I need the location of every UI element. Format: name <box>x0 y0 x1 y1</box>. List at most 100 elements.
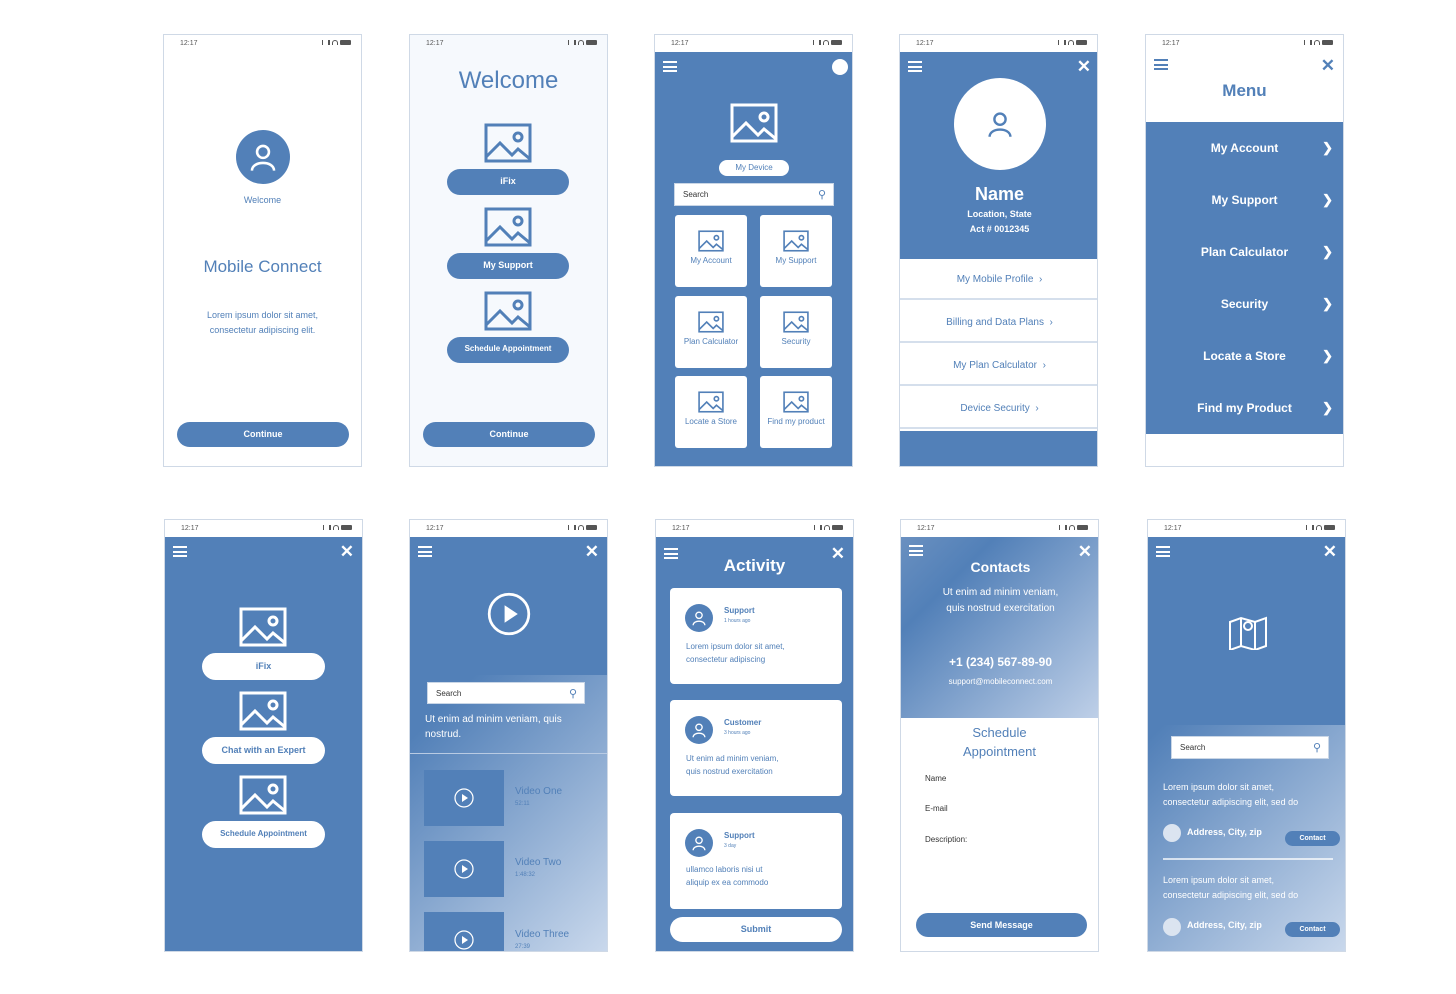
chat-expert-button[interactable]: Chat with an Expert <box>202 737 325 764</box>
tile-locate-store[interactable]: Locate a Store <box>675 376 747 448</box>
hamburger-icon[interactable] <box>1154 59 1168 70</box>
name-field-label[interactable]: Name <box>925 774 946 783</box>
app-title: Mobile Connect <box>203 257 322 276</box>
tile-my-support[interactable]: My Support <box>760 215 832 287</box>
ifix-button[interactable]: iFix <box>202 653 325 680</box>
activity-author: Customer <box>724 718 762 727</box>
chevron-right-icon: ❯ <box>1322 400 1333 415</box>
hamburger-icon[interactable] <box>909 545 923 556</box>
image-placeholder-icon <box>239 691 287 731</box>
search-input[interactable]: Search ⚲ <box>427 682 585 704</box>
play-icon[interactable] <box>487 592 531 636</box>
signal-icon <box>1304 40 1312 45</box>
status-time: 12:17 <box>917 525 935 532</box>
tile-find-product[interactable]: Find my product <box>760 376 832 448</box>
activity-author: Support <box>724 606 755 615</box>
activity-card[interactable]: Support 3 day ullamco laboris nisi ut al… <box>670 813 842 909</box>
submit-button[interactable]: Submit <box>670 917 842 942</box>
menu-item-my-support[interactable]: My Support ❯ <box>1146 174 1343 226</box>
my-device-pill[interactable]: My Device <box>719 160 789 176</box>
row-mobile-profile[interactable]: My Mobile Profile › <box>900 259 1097 300</box>
status-time: 12:17 <box>426 40 444 47</box>
close-icon[interactable]: ✕ <box>1321 57 1335 74</box>
close-icon[interactable]: ✕ <box>1078 543 1092 560</box>
video-title[interactable]: Video Three <box>515 929 569 940</box>
menu-label: My Account <box>1210 141 1279 155</box>
row-plan-calculator[interactable]: My Plan Calculator › <box>900 345 1097 386</box>
continue-button[interactable]: Continue <box>423 422 595 447</box>
hamburger-icon[interactable] <box>663 61 677 72</box>
search-placeholder: Search <box>436 689 462 698</box>
page-title: Welcome <box>458 67 559 94</box>
tile-plan-calculator[interactable]: Plan Calculator <box>675 296 747 368</box>
tile-label: My Support <box>775 256 817 265</box>
row-billing[interactable]: Billing and Data Plans › <box>900 302 1097 343</box>
signal-icon <box>1059 525 1067 530</box>
menu-panel: My Account ❯ My Support ❯ Plan Calculator ❯… <box>1146 122 1343 434</box>
chevron-right-icon: ❯ <box>1322 348 1333 363</box>
search-input[interactable]: Search ⚲ <box>674 183 834 206</box>
hamburger-icon[interactable] <box>1156 546 1170 557</box>
search-icon[interactable]: ⚲ <box>569 683 577 705</box>
schedule-appointment-button[interactable]: Schedule Appointment <box>447 337 569 363</box>
status-time: 12:17 <box>180 40 198 47</box>
wifi-icon <box>1316 525 1322 530</box>
menu-item-find-product[interactable]: Find my Product ❯ <box>1146 382 1343 434</box>
video-thumb[interactable] <box>424 770 504 826</box>
search-input[interactable]: Search ⚲ <box>1171 736 1329 759</box>
user-icon <box>984 108 1016 140</box>
avatar <box>236 130 290 184</box>
video-thumb[interactable] <box>424 912 504 951</box>
tile-my-account[interactable]: My Account <box>675 215 747 287</box>
send-message-button[interactable]: Send Message <box>916 913 1087 937</box>
status-bar: 12:17 <box>1146 35 1343 52</box>
profile-dot[interactable] <box>832 59 848 75</box>
close-icon[interactable]: ✕ <box>340 543 354 560</box>
avatar <box>685 829 713 857</box>
search-icon[interactable]: ⚲ <box>1313 737 1321 759</box>
activity-card[interactable]: Support 1 hours ago Lorem ipsum dolor si… <box>670 588 842 684</box>
contacts-title: Contacts <box>970 559 1031 575</box>
battery-icon <box>831 40 842 45</box>
avatar <box>954 78 1046 170</box>
close-icon[interactable]: ✕ <box>1323 543 1337 560</box>
menu-item-plan-calculator[interactable]: Plan Calculator ❯ <box>1146 226 1343 278</box>
ifix-button[interactable]: iFix <box>447 169 569 195</box>
row-label: Billing and Data Plans <box>946 317 1044 328</box>
status-bar: 12:17 <box>1148 520 1345 537</box>
row-device-security[interactable]: Device Security › <box>900 388 1097 429</box>
email-field-label[interactable]: E-mail <box>925 804 948 813</box>
schedule-appointment-button[interactable]: Schedule Appointment <box>202 821 325 848</box>
wifi-icon <box>578 40 584 45</box>
description-field-label[interactable]: Description: <box>925 835 967 844</box>
video-thumb[interactable] <box>424 841 504 897</box>
contact-button[interactable]: Contact <box>1285 922 1340 937</box>
store-text: consectetur adipiscing elit, sed do <box>1163 797 1299 807</box>
video-title[interactable]: Video One <box>515 786 562 797</box>
menu-item-locate-store[interactable]: Locate a Store ❯ <box>1146 330 1343 382</box>
video-title[interactable]: Video Two <box>515 857 561 868</box>
hamburger-icon[interactable] <box>173 546 187 557</box>
activity-card[interactable]: Customer 3 hours ago Ut enim ad minim ve… <box>670 700 842 796</box>
menu-item-my-account[interactable]: My Account ❯ <box>1146 122 1343 174</box>
signal-icon <box>1058 40 1066 45</box>
continue-button[interactable]: Continue <box>177 422 349 447</box>
hamburger-icon[interactable] <box>418 546 432 557</box>
tile-security[interactable]: Security <box>760 296 832 368</box>
close-icon[interactable]: ✕ <box>585 543 599 560</box>
contact-email[interactable]: support@mobileconnect.com <box>901 677 1098 686</box>
battery-icon <box>832 525 843 530</box>
activity-text: Lorem ipsum dolor sit amet, <box>686 642 785 651</box>
close-icon[interactable]: ✕ <box>1077 58 1091 75</box>
hamburger-icon[interactable] <box>908 61 922 72</box>
search-icon[interactable]: ⚲ <box>818 184 826 206</box>
contact-phone[interactable]: +1 (234) 567-89-90 <box>901 655 1098 669</box>
profile-header: ✕ Name Location, State Act # 0012345 <box>900 52 1097 259</box>
tile-label: Find my product <box>767 417 825 426</box>
battery-icon <box>1324 525 1335 530</box>
status-time: 12:17 <box>181 525 199 532</box>
menu-item-security[interactable]: Security ❯ <box>1146 278 1343 330</box>
contact-button[interactable]: Contact <box>1285 831 1340 846</box>
my-support-button[interactable]: My Support <box>447 253 569 279</box>
image-placeholder-icon <box>783 230 809 252</box>
